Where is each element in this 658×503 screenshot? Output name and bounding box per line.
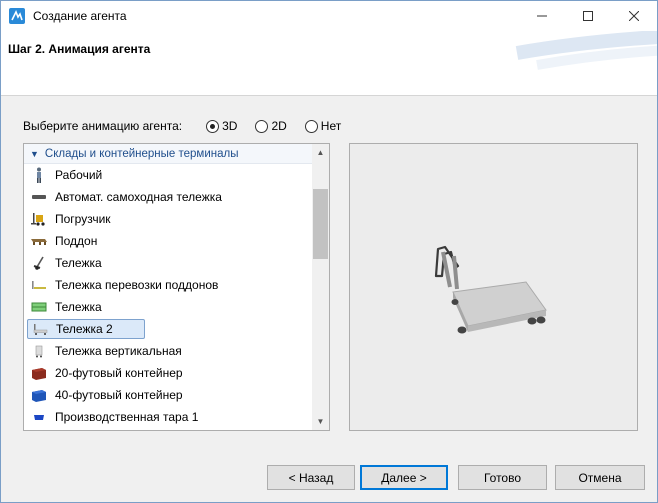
- group-label: Склады и контейнерные терминалы: [44, 147, 239, 160]
- radio-2d[interactable]: 2D: [255, 119, 287, 133]
- collapse-caret-icon[interactable]: ▼: [30, 149, 39, 159]
- list-item-container-40[interactable]: 40-футовый контейнер: [24, 384, 312, 406]
- radio-2d-label: 2D: [271, 119, 287, 133]
- list-item-label: Тележка перевозки поддонов: [55, 278, 219, 292]
- list-item-hand-truck[interactable]: Тележка: [24, 252, 312, 274]
- list-item-cart-green[interactable]: Тележка: [24, 296, 312, 318]
- list-item-tote[interactable]: Производственная тара 1: [24, 406, 312, 428]
- radio-3d[interactable]: 3D: [206, 119, 237, 133]
- wizard-header: Шаг 2. Анимация агента: [1, 31, 657, 96]
- hand-truck-icon: [30, 256, 48, 270]
- list-item-worker[interactable]: Рабочий: [24, 164, 312, 186]
- cart-icon: [31, 322, 49, 336]
- pallet-jack-icon: [30, 278, 48, 292]
- step-title: Шаг 2. Анимация агента: [8, 42, 151, 56]
- back-button[interactable]: < Назад: [267, 465, 355, 490]
- agent-wizard-window: Создание агента Шаг 2. Анимация агента В…: [0, 0, 658, 503]
- agv-icon: [30, 190, 48, 204]
- animation-preview: [349, 143, 638, 431]
- list-item-label: Тележка: [55, 256, 102, 270]
- title-bar: Создание агента: [1, 1, 657, 31]
- list-item-vertical-cart[interactable]: Тележка вертикальная: [24, 340, 312, 362]
- container-40-icon: [30, 388, 48, 402]
- list-item-label: 20-футовый контейнер: [55, 366, 183, 380]
- list-item-label: Поддон: [55, 234, 98, 248]
- list-scrollbar[interactable]: ▲ ▼: [312, 144, 329, 430]
- cancel-button[interactable]: Отмена: [555, 465, 645, 490]
- vertical-cart-icon: [30, 344, 48, 358]
- tote-icon: [30, 410, 48, 424]
- animation-list[interactable]: ▼ Склады и контейнерные терминалы Рабочи…: [23, 143, 330, 431]
- radio-3d-label: 3D: [222, 119, 238, 133]
- forklift-icon: [30, 212, 48, 226]
- app-logo-icon: [9, 8, 25, 24]
- list-group-header[interactable]: ▼ Склады и контейнерные терминалы: [24, 144, 312, 164]
- close-button[interactable]: [611, 1, 657, 31]
- pallet-icon: [30, 234, 48, 248]
- list-item-agv[interactable]: Автомат. самоходная тележка: [24, 186, 312, 208]
- list-item-label: Тележка: [55, 300, 102, 314]
- list-item-label: Автомат. самоходная тележка: [55, 190, 222, 204]
- header-decoration: [515, 31, 657, 70]
- scroll-up-arrow-icon[interactable]: ▲: [312, 144, 329, 161]
- list-item-forklift[interactable]: Погрузчик: [24, 208, 312, 230]
- list-item-label: Производственная тара 1: [55, 410, 199, 424]
- maximize-button[interactable]: [565, 1, 611, 31]
- animation-selector: Выберите анимацию агента: 3D 2D Нет: [23, 118, 359, 134]
- list-item-label: Тележка 2: [56, 322, 113, 336]
- radio-none-label: Нет: [320, 119, 342, 133]
- animation-prompt: Выберите анимацию агента:: [23, 119, 183, 133]
- scroll-thumb[interactable]: [313, 189, 328, 259]
- list-item-label: 40-футовый контейнер: [55, 388, 183, 402]
- worker-icon: [30, 167, 48, 183]
- next-button[interactable]: Далее >: [360, 465, 448, 490]
- list-item-cart-2[interactable]: Тележка 2: [27, 319, 145, 339]
- list-item-label: Погрузчик: [55, 212, 111, 226]
- window-title: Создание агента: [33, 9, 127, 23]
- radio-2d-dot[interactable]: [255, 119, 269, 133]
- radio-none[interactable]: Нет: [304, 119, 342, 133]
- minimize-button[interactable]: [519, 1, 565, 31]
- list-item-label: Тележка вертикальная: [55, 344, 182, 358]
- done-button[interactable]: Готово: [458, 465, 547, 490]
- list-item-label: Рабочий: [55, 168, 103, 182]
- container-20-icon: [30, 366, 48, 380]
- radio-3d-dot[interactable]: [206, 119, 220, 133]
- cart-3d-preview: [434, 245, 547, 334]
- cart-green-icon: [30, 300, 48, 314]
- animation-list-content: ▼ Склады и контейнерные терминалы Рабочи…: [24, 144, 312, 430]
- scroll-down-arrow-icon[interactable]: ▼: [312, 413, 329, 430]
- radio-none-dot[interactable]: [304, 119, 318, 133]
- list-item-container-20[interactable]: 20-футовый контейнер: [24, 362, 312, 384]
- list-item-pallet-jack[interactable]: Тележка перевозки поддонов: [24, 274, 312, 296]
- list-item-pallet[interactable]: Поддон: [24, 230, 312, 252]
